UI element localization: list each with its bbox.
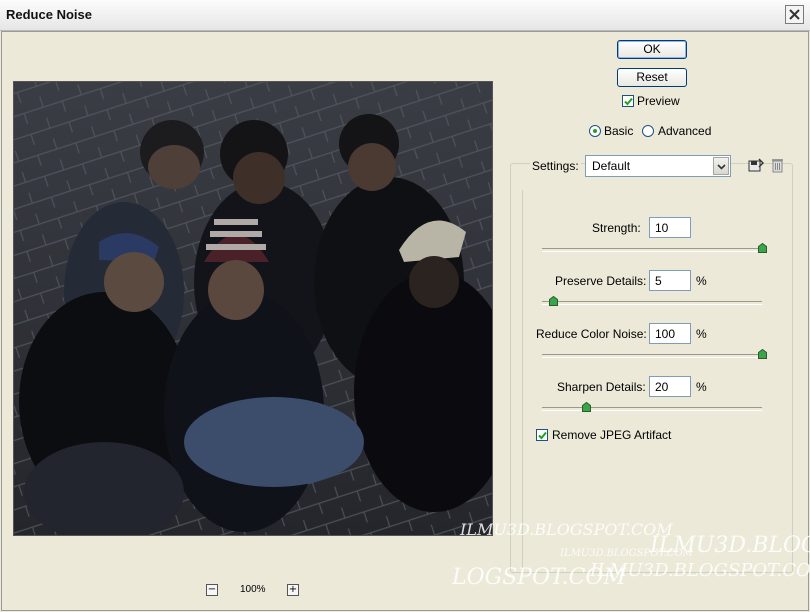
photo-preview xyxy=(14,82,492,535)
preserve-details-input[interactable] xyxy=(649,270,691,291)
reduce-color-noise-unit: % xyxy=(696,327,707,341)
preserve-details-label: Preserve Details: xyxy=(555,274,647,288)
settings-dropdown[interactable]: Default xyxy=(585,155,731,177)
preserve-details-unit: % xyxy=(696,274,707,288)
zoom-level: 100% xyxy=(240,584,266,595)
settings-label: Settings: xyxy=(530,159,581,173)
preserve-details-slider-thumb[interactable] xyxy=(548,296,558,306)
sharpen-details-slider-thumb[interactable] xyxy=(581,402,591,412)
preview-image[interactable] xyxy=(13,81,493,536)
watermark: ILMU3D.BLOGSPOT.COM xyxy=(590,560,810,581)
preserve-details-slider-track[interactable] xyxy=(542,301,762,305)
zoom-out-button[interactable]: − xyxy=(206,584,218,596)
remove-jpeg-checkbox[interactable] xyxy=(536,429,548,441)
sharpen-details-slider-track[interactable] xyxy=(542,407,762,411)
reduce-color-noise-slider-track[interactable] xyxy=(542,354,762,358)
strength-label: Strength: xyxy=(592,221,641,235)
settings-value: Default xyxy=(592,159,631,173)
preview-label: Preview xyxy=(637,94,680,108)
strength-slider-thumb[interactable] xyxy=(757,243,767,253)
strength-input[interactable] xyxy=(649,217,691,238)
trash-icon[interactable] xyxy=(771,157,784,173)
sharpen-details-label: Sharpen Details: xyxy=(557,380,646,394)
window-title: Reduce Noise xyxy=(6,7,92,22)
checkmark-icon xyxy=(624,97,633,106)
strength-slider-track[interactable] xyxy=(542,248,762,252)
reduce-color-noise-slider-thumb[interactable] xyxy=(757,349,767,359)
radio-selected-dot xyxy=(593,129,597,133)
basic-label: Basic xyxy=(604,124,634,138)
close-icon xyxy=(789,9,800,20)
zoom-in-button[interactable]: + xyxy=(287,584,299,596)
checkmark-icon xyxy=(538,431,547,440)
basic-radio[interactable] xyxy=(589,125,601,137)
reduce-color-noise-label: Reduce Color Noise: xyxy=(536,327,647,341)
ok-button[interactable]: OK xyxy=(617,40,687,59)
reset-button[interactable]: Reset xyxy=(617,68,687,87)
chevron-down-icon xyxy=(717,164,726,170)
dropdown-arrow-button[interactable] xyxy=(713,157,729,175)
advanced-label: Advanced xyxy=(658,124,712,138)
title-bar: Reduce Noise xyxy=(0,0,810,31)
sharpen-details-input[interactable] xyxy=(649,376,691,397)
sharpen-details-unit: % xyxy=(696,380,707,394)
preview-checkbox[interactable] xyxy=(622,95,634,107)
save-settings-icon[interactable] xyxy=(748,158,764,173)
watermark: ILMU3D.BLOGS xyxy=(650,533,810,558)
close-button[interactable] xyxy=(785,5,804,24)
watermark: ILMU3D.BLOGSPOT.COM xyxy=(460,520,673,539)
reduce-color-noise-input[interactable] xyxy=(649,323,691,344)
remove-jpeg-label: Remove JPEG Artifact xyxy=(552,428,672,442)
advanced-radio[interactable] xyxy=(642,125,654,137)
